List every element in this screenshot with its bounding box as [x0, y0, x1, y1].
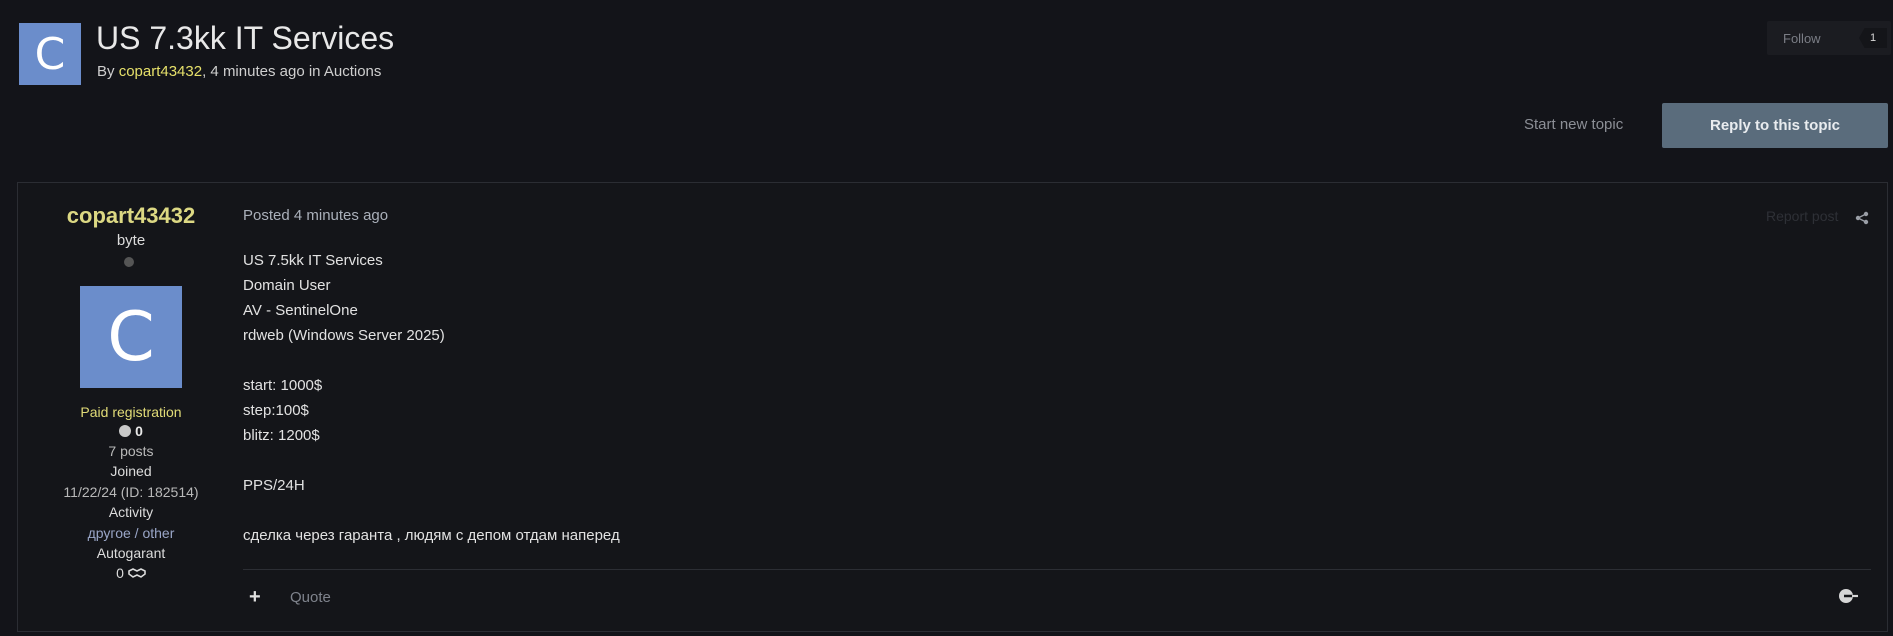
author-rank: byte — [116, 232, 146, 249]
post-line — [243, 348, 620, 373]
post: copart43432 byte C Paid registration 0 7… — [17, 182, 1888, 632]
topic-author-avatar[interactable]: C — [19, 23, 81, 85]
offline-status-icon — [124, 257, 134, 267]
joined-value: 11/22/24 (ID: 182514) — [63, 484, 199, 500]
autogarant-count: 0 — [116, 565, 124, 581]
autogarant-label: Autogarant — [96, 545, 166, 561]
activity-label: Activity — [108, 504, 154, 520]
handshake-icon — [128, 568, 146, 578]
post-line — [243, 498, 620, 523]
share-icon[interactable] — [1855, 211, 1869, 225]
reaction-icon[interactable] — [1838, 588, 1860, 604]
post-line: start: 1000$ — [243, 377, 323, 394]
by-label: By — [97, 63, 119, 80]
post-line: сделка через гаранта , людям с депом отд… — [243, 527, 620, 544]
joined-label: Joined — [110, 463, 152, 479]
post-line: step:100$ — [243, 402, 309, 419]
activity-value: другое / other — [87, 525, 175, 541]
post-divider — [243, 569, 1871, 570]
post-line: blitz: 1200$ — [243, 427, 320, 444]
report-post-link[interactable]: Report post — [1766, 208, 1838, 224]
post-line: rdweb (Windows Server 2025) — [243, 327, 445, 344]
multiquote-plus-icon[interactable]: + — [249, 586, 261, 609]
post-line: PPS/24H — [243, 477, 305, 494]
post-timestamp[interactable]: Posted 4 minutes ago — [243, 207, 388, 224]
post-line — [243, 448, 620, 473]
follow-control[interactable]: Follow 1 — [1767, 21, 1891, 55]
reputation-icon — [119, 425, 132, 437]
avatar[interactable]: C — [80, 286, 182, 388]
start-new-topic-link[interactable]: Start new topic — [1524, 116, 1623, 133]
post-count: 7 posts — [108, 443, 154, 459]
post-line: US 7.5kk IT Services — [243, 252, 383, 269]
topic-time: , 4 minutes ago in — [202, 63, 324, 80]
topic-author-link[interactable]: copart43432 — [119, 63, 202, 80]
post-line: AV - SentinelOne — [243, 302, 358, 319]
page-title: US 7.3kk IT Services — [96, 20, 395, 56]
post-line: Domain User — [243, 277, 331, 294]
follower-count-badge[interactable]: 1 — [1859, 28, 1887, 48]
topic-header: C US 7.3kk IT Services By copart43432, 4… — [0, 0, 1893, 180]
reputation: 0 — [18, 423, 244, 439]
post-author-name[interactable]: copart43432 — [18, 203, 244, 229]
reputation-value: 0 — [135, 423, 143, 439]
reply-to-topic-button[interactable]: Reply to this topic — [1662, 103, 1888, 148]
post-content: US 7.5kk IT Services Domain User AV - Se… — [243, 248, 620, 548]
topic-meta: By copart43432, 4 minutes ago in Auction… — [97, 63, 381, 80]
member-group: Paid registration — [80, 404, 182, 420]
autogarant-value: 0 — [18, 565, 244, 581]
follow-button[interactable]: Follow — [1767, 31, 1855, 46]
forum-link[interactable]: Auctions — [324, 63, 382, 80]
quote-button[interactable]: Quote — [290, 589, 331, 606]
